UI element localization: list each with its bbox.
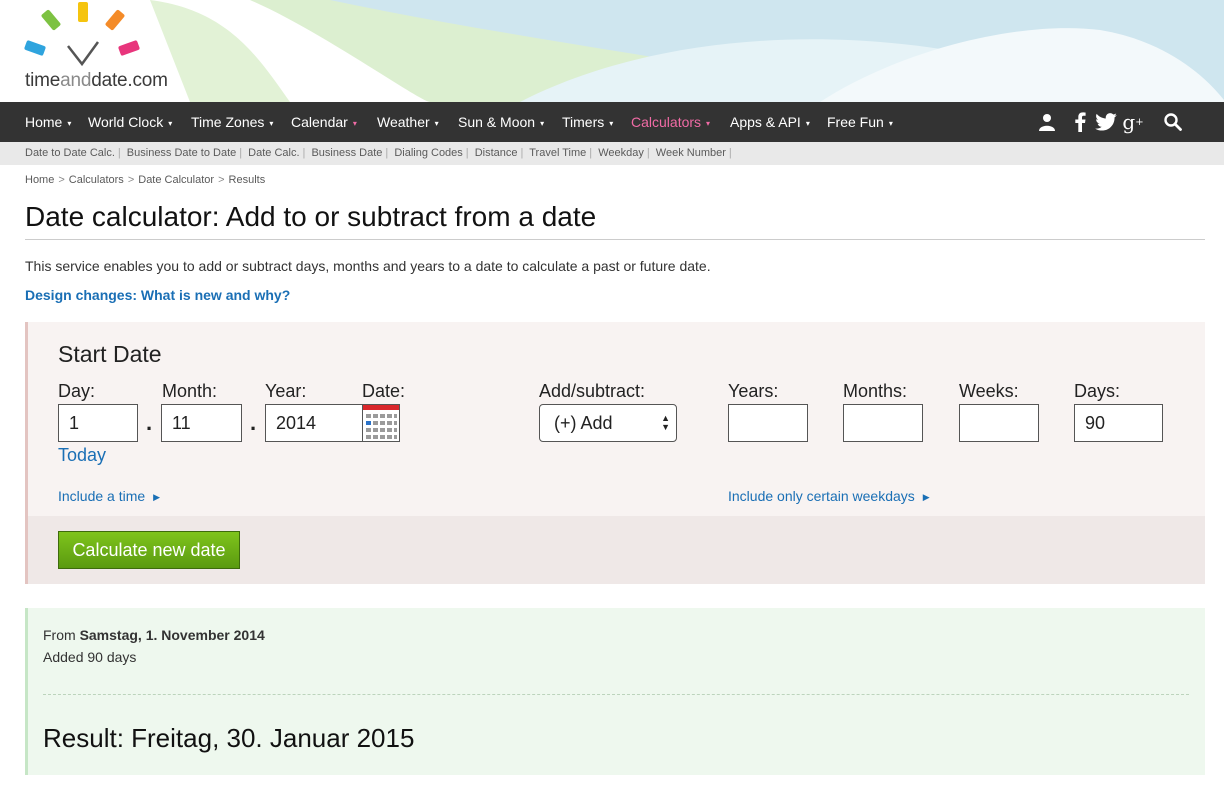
nav-time-zones[interactable]: Time Zones ▾ [191,102,273,142]
nav-free-fun[interactable]: Free Fun ▾ [827,102,893,142]
calendar-picker-button[interactable] [362,404,400,442]
triangle-right-icon: ▶ [922,492,930,502]
month-input[interactable]: 11 [161,404,242,442]
breadcrumb: Home > Calculators > Date Calculator > Results [25,174,266,186]
subnav-dialing-codes[interactable]: Dialing Codes [394,147,462,159]
chevron-down-icon: ▾ [67,119,72,128]
chevron-down-icon: ▾ [706,119,711,128]
years-label: Years: [728,381,779,401]
subnav-distance[interactable]: Distance [475,147,518,159]
result-text: Result: Freitag, 30. Januar 2015 [43,723,415,753]
facebook-icon[interactable] [1072,102,1088,142]
breadcrumb-calculators[interactable]: Calculators [69,174,124,186]
subnav-weekday[interactable]: Weekday [598,147,644,159]
nav-calendar[interactable]: Calendar ▾ [291,102,357,142]
calculate-button[interactable]: Calculate new date [58,531,240,569]
search-icon[interactable] [1163,102,1183,142]
nav-sun-moon[interactable]: Sun & Moon ▾ [458,102,544,142]
subnav-date-to-date[interactable]: Date to Date Calc. [25,147,115,159]
added-days-line: Added 90 days [43,649,137,665]
triangle-right-icon: ▶ [153,492,161,502]
subnav-week-number[interactable]: Week Number [656,147,726,159]
subnav-business-date[interactable]: Business Date [311,147,382,159]
nav-home[interactable]: Home ▾ [25,102,71,142]
chevron-down-icon: ▾ [168,119,173,128]
nav-apps-api[interactable]: Apps & API ▾ [730,102,810,142]
date-separator: . [146,410,153,435]
year-input[interactable]: 2014 [265,404,363,442]
months-label: Months: [843,381,908,401]
add-subtract-select[interactable]: (+) Add ▲ ▼ [539,404,677,442]
date-label: Date: [362,381,406,401]
select-arrows-icon: ▲ ▼ [661,413,670,432]
chevron-down-icon: ▾ [805,119,810,128]
design-changes-link[interactable]: Design changes: What is new and why? [25,287,290,303]
nav-calculators[interactable]: Calculators ▾ [631,102,710,142]
main-nav: Home ▾ World Clock ▾ Time Zones ▾ Calendar ▾… [0,102,1224,142]
weeks-label: Weeks: [959,381,1019,401]
chevron-down-icon: ▾ [434,119,439,128]
add-subtract-label: Add/subtract: [539,381,646,401]
chevron-down-icon: ▾ [269,119,274,128]
breadcrumb-home[interactable]: Home [25,174,54,186]
page-title: Date calculator: Add to or subtract from… [25,201,597,232]
user-icon[interactable] [1036,102,1058,142]
subnav-date-calc[interactable]: Date Calc. [248,147,299,159]
include-weekdays-link[interactable]: Include only certain weekdays ▶ [728,488,930,504]
result-divider [43,694,1189,695]
google-plus-icon[interactable]: g + [1122,102,1144,142]
twitter-icon[interactable] [1094,102,1118,142]
today-link[interactable]: Today [58,445,106,466]
intro-text: This service enables you to add or subtr… [25,258,711,274]
subnav-business-date-to-date[interactable]: Business Date to Date [127,147,236,159]
months-input[interactable] [843,404,923,442]
nav-weather[interactable]: Weather ▾ [377,102,439,142]
logo-text[interactable]: timeanddate.com [25,70,168,92]
year-label: Year: [265,381,307,401]
start-date-heading: Start Date [58,341,162,367]
chevron-down-icon: ▾ [352,119,357,128]
sub-nav: Date to Date Calc. | Business Date to Dat… [0,142,1224,165]
breadcrumb-date-calculator[interactable]: Date Calculator [138,174,214,186]
days-input[interactable]: 90 [1074,404,1163,442]
day-label: Day: [58,381,96,401]
include-time-link[interactable]: Include a time ▶ [58,488,160,504]
nav-world-clock[interactable]: World Clock ▾ [88,102,172,142]
site-header: timeanddate.com [0,0,1224,102]
weeks-input[interactable] [959,404,1039,442]
day-input[interactable]: 1 [58,404,138,442]
date-separator: . [250,410,257,435]
chevron-down-icon: ▾ [609,119,614,128]
breadcrumb-results: Results [228,174,266,186]
add-subtract-selected: (+) Add [554,413,613,433]
title-divider [25,239,1205,240]
days-label: Days: [1074,381,1121,401]
subnav-travel-time[interactable]: Travel Time [529,147,586,159]
nav-timers[interactable]: Timers ▾ [562,102,613,142]
chevron-down-icon: ▾ [888,119,893,128]
month-label: Month: [162,381,218,401]
chevron-down-icon: ▾ [540,119,545,128]
from-date-line: From Samstag, 1. November 2014 [43,627,265,643]
years-input[interactable] [728,404,808,442]
calendar-icon [363,405,399,439]
